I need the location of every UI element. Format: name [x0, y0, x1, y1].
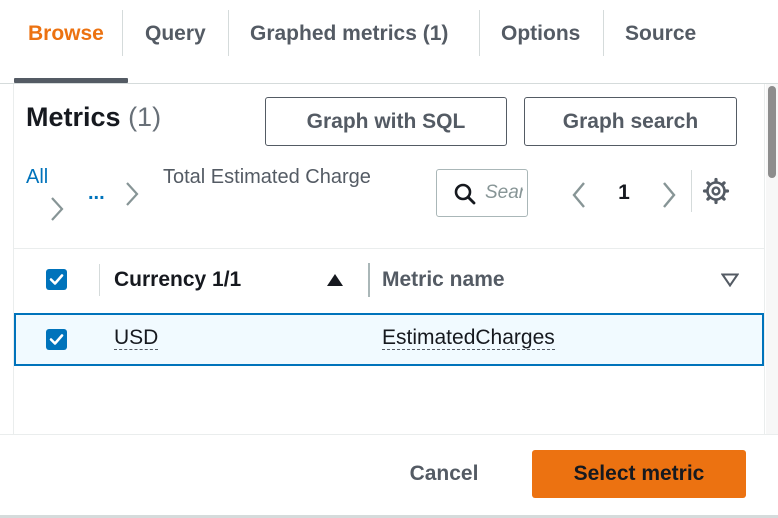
column-divider	[99, 264, 100, 296]
current-page-number[interactable]: 1	[614, 181, 634, 205]
scrollbar-thumb[interactable]	[768, 86, 776, 178]
checkmark-icon	[49, 334, 64, 345]
cancel-button[interactable]: Cancel	[394, 454, 494, 494]
search-input[interactable]	[485, 179, 523, 207]
cell-currency[interactable]: USD	[114, 327, 159, 350]
tab-source[interactable]: Source	[625, 18, 696, 50]
breadcrumb-current: Total Estimated Charge	[163, 166, 371, 188]
tab-divider	[603, 10, 604, 56]
tab-options[interactable]: Options	[501, 18, 580, 50]
tab-bar: Browse Query Graphed metrics (1) Options…	[0, 0, 778, 84]
tab-divider	[122, 10, 123, 56]
next-page-icon[interactable]	[660, 180, 678, 210]
search-field[interactable]	[436, 169, 528, 217]
graph-search-button[interactable]: Graph search	[524, 97, 737, 146]
pagination-divider	[691, 170, 692, 212]
tab-browse[interactable]: Browse	[28, 18, 104, 50]
graph-with-sql-button[interactable]: Graph with SQL	[265, 97, 507, 146]
cell-metric-name[interactable]: EstimatedCharges	[382, 327, 555, 350]
metrics-count: (1)	[128, 102, 162, 132]
column-header-currency[interactable]: Currency 1/1	[114, 268, 241, 292]
gear-icon[interactable]	[702, 177, 730, 205]
column-header-metric-name[interactable]: Metric name	[382, 268, 505, 292]
breadcrumb-ellipsis-link[interactable]: ...	[88, 182, 105, 205]
row-checkbox[interactable]	[46, 329, 67, 350]
chevron-right-icon	[51, 197, 64, 221]
checkmark-icon	[49, 274, 64, 285]
previous-page-icon[interactable]	[570, 180, 588, 210]
metrics-heading: Metrics (1)	[26, 102, 161, 133]
tab-graphed-metrics[interactable]: Graphed metrics (1)	[250, 18, 448, 50]
tab-divider	[228, 10, 229, 56]
active-tab-indicator	[14, 78, 128, 83]
breadcrumb-all-link[interactable]: All	[26, 166, 48, 189]
select-all-checkbox[interactable]	[46, 269, 67, 290]
tab-query[interactable]: Query	[145, 18, 206, 50]
select-metric-button[interactable]: Select metric	[532, 450, 746, 498]
sort-ascending-icon[interactable]	[326, 273, 344, 287]
sort-descending-icon[interactable]	[721, 273, 739, 287]
search-icon	[454, 183, 476, 205]
tab-divider	[479, 10, 480, 56]
chevron-right-icon	[126, 182, 139, 206]
metrics-title: Metrics	[26, 102, 121, 132]
column-resize-handle[interactable]	[368, 263, 370, 297]
